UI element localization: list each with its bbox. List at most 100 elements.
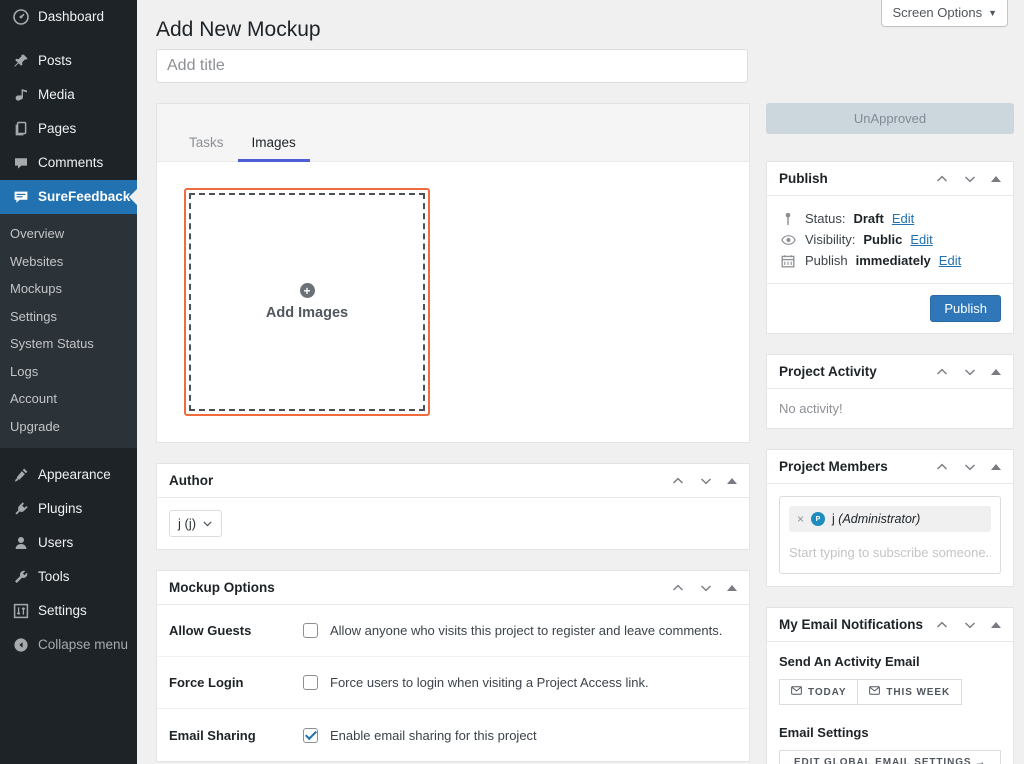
collapse-panel-icon[interactable] — [991, 622, 1001, 628]
sidebar-item-pages[interactable]: Pages — [0, 112, 137, 146]
move-down-icon[interactable] — [963, 618, 977, 632]
plug-icon — [10, 501, 32, 517]
button-label: THIS WEEK — [886, 687, 950, 698]
move-down-icon[interactable] — [699, 474, 713, 488]
email-notifications-body: Send An Activity Email TODAYTHIS WEEK Em… — [767, 642, 1013, 764]
publish-panel-body: Status:Draft EditVisibility:Public EditP… — [767, 196, 1013, 283]
panel-handle-actions — [935, 460, 1001, 474]
checkbox-email-sharing[interactable] — [303, 728, 318, 743]
publish-button[interactable]: Publish — [930, 295, 1001, 322]
move-up-icon[interactable] — [935, 172, 949, 186]
submenu-item-overview[interactable]: Overview — [0, 220, 137, 248]
checkbox-allow-guests[interactable] — [303, 623, 318, 638]
mockup-options-panel: Mockup Options Allow GuestsAllow anyone … — [156, 570, 750, 762]
move-down-icon[interactable] — [963, 365, 977, 379]
collapse-panel-icon[interactable] — [991, 176, 1001, 182]
sidebar-item-label: Media — [38, 88, 75, 102]
edit-link[interactable]: Edit — [939, 253, 961, 268]
project-members-panel: Project Members — [766, 449, 1014, 587]
move-up-icon[interactable] — [935, 618, 949, 632]
sidebar-item-label: Plugins — [38, 502, 82, 516]
submenu-item-websites[interactable]: Websites — [0, 248, 137, 276]
submenu-item-account[interactable]: Account — [0, 385, 137, 413]
email-notifications-panel: My Email Notifications Send An — [766, 607, 1014, 764]
publish-meta-value: Public — [863, 232, 902, 247]
project-members-title: Project Members — [779, 459, 888, 474]
move-up-icon[interactable] — [671, 581, 685, 595]
screen-options-label: Screen Options — [892, 5, 982, 20]
move-down-icon[interactable] — [963, 172, 977, 186]
approval-status-button[interactable]: UnApproved — [766, 103, 1014, 134]
sidebar-item-label: Users — [38, 536, 73, 550]
members-token-field[interactable]: × P j (Administrator) — [779, 496, 1001, 574]
email-notifications-title: My Email Notifications — [779, 617, 923, 632]
sidebar-item-surefeedback[interactable]: SureFeedback — [0, 180, 137, 214]
screen-options-button[interactable]: Screen Options ▼ — [881, 0, 1008, 27]
pin-status-icon — [779, 212, 797, 226]
collapse-panel-icon[interactable] — [727, 478, 737, 484]
post-title-input[interactable] — [156, 49, 748, 83]
subscribe-member-input[interactable] — [789, 532, 991, 564]
sidebar-item-media[interactable]: Media — [0, 78, 137, 112]
activity-email-button-group: TODAY THIS WEEK — [779, 679, 1001, 705]
submenu-item-mockups[interactable]: Mockups — [0, 275, 137, 303]
submenu-item-system-status[interactable]: System Status — [0, 330, 137, 358]
sidebar-item-comments[interactable]: Comments — [0, 146, 137, 180]
button-label: TODAY — [808, 687, 846, 698]
collapse-panel-icon[interactable] — [727, 585, 737, 591]
send-email-today-button[interactable]: TODAY — [779, 679, 858, 705]
move-down-icon[interactable] — [699, 581, 713, 595]
move-down-icon[interactable] — [963, 460, 977, 474]
menu-divider — [0, 448, 137, 458]
envelope-icon — [791, 686, 802, 698]
add-images-dropzone[interactable]: + Add Images — [184, 188, 430, 416]
submenu-item-settings[interactable]: Settings — [0, 303, 137, 331]
chevron-down-icon — [202, 518, 213, 529]
sidebar-item-label: Pages — [38, 122, 76, 136]
dropzone-inner[interactable]: + Add Images — [189, 193, 425, 411]
collapse-panel-icon[interactable] — [991, 464, 1001, 470]
eye-icon — [779, 233, 797, 247]
option-description: Enable email sharing for this project — [330, 728, 537, 743]
panel-handle-actions — [935, 172, 1001, 186]
tab-images[interactable]: Images — [238, 136, 310, 162]
move-up-icon[interactable] — [671, 474, 685, 488]
tab-tasks[interactable]: Tasks — [175, 136, 238, 162]
mockup-options-title: Mockup Options — [169, 580, 275, 595]
sidebar-item-tools[interactable]: Tools — [0, 560, 137, 594]
member-username: j — [832, 512, 835, 526]
sidebar-item-label: Tools — [38, 570, 70, 584]
sidebar-item-collapse-menu[interactable]: Collapse menu — [0, 628, 137, 662]
move-up-icon[interactable] — [935, 365, 949, 379]
member-name: j (Administrator) — [832, 512, 920, 526]
side-column: UnApproved Publish — [766, 103, 1014, 764]
user-icon — [10, 535, 32, 551]
publish-meta-row: Visibility:Public Edit — [779, 229, 1001, 250]
sidebar-item-settings[interactable]: Settings — [0, 594, 137, 628]
member-chip[interactable]: × P j (Administrator) — [789, 506, 991, 532]
option-row: Force LoginForce users to login when vis… — [157, 657, 749, 709]
sidebar-item-users[interactable]: Users — [0, 526, 137, 560]
send-email-this-week-button[interactable]: THIS WEEK — [858, 679, 962, 705]
move-up-icon[interactable] — [935, 460, 949, 474]
sidebar-item-dashboard[interactable]: Dashboard — [0, 0, 137, 34]
submenu-item-upgrade[interactable]: Upgrade — [0, 413, 137, 441]
edit-link[interactable]: Edit — [892, 211, 914, 226]
sidebar-item-posts[interactable]: Posts — [0, 44, 137, 78]
option-description: Force users to login when visiting a Pro… — [330, 675, 649, 690]
remove-member-icon[interactable]: × — [797, 512, 804, 526]
author-select[interactable]: j (j) — [169, 510, 222, 537]
author-panel: Author j (j) — [156, 463, 750, 550]
member-role: (Administrator) — [838, 512, 920, 526]
edit-link[interactable]: Edit — [910, 232, 932, 247]
option-label: Email Sharing — [169, 728, 303, 743]
sidebar-item-plugins[interactable]: Plugins — [0, 492, 137, 526]
checkbox-force-login[interactable] — [303, 675, 318, 690]
edit-global-email-settings-button[interactable]: EDIT GLOBAL EMAIL SETTINGS → — [779, 750, 1001, 764]
sidebar-item-appearance[interactable]: Appearance — [0, 458, 137, 492]
no-activity-text: No activity! — [779, 401, 843, 416]
mockup-tabs: TasksImages — [157, 104, 749, 162]
collapse-panel-icon[interactable] — [991, 369, 1001, 375]
send-activity-email-heading: Send An Activity Email — [779, 654, 1001, 669]
submenu-item-logs[interactable]: Logs — [0, 358, 137, 386]
